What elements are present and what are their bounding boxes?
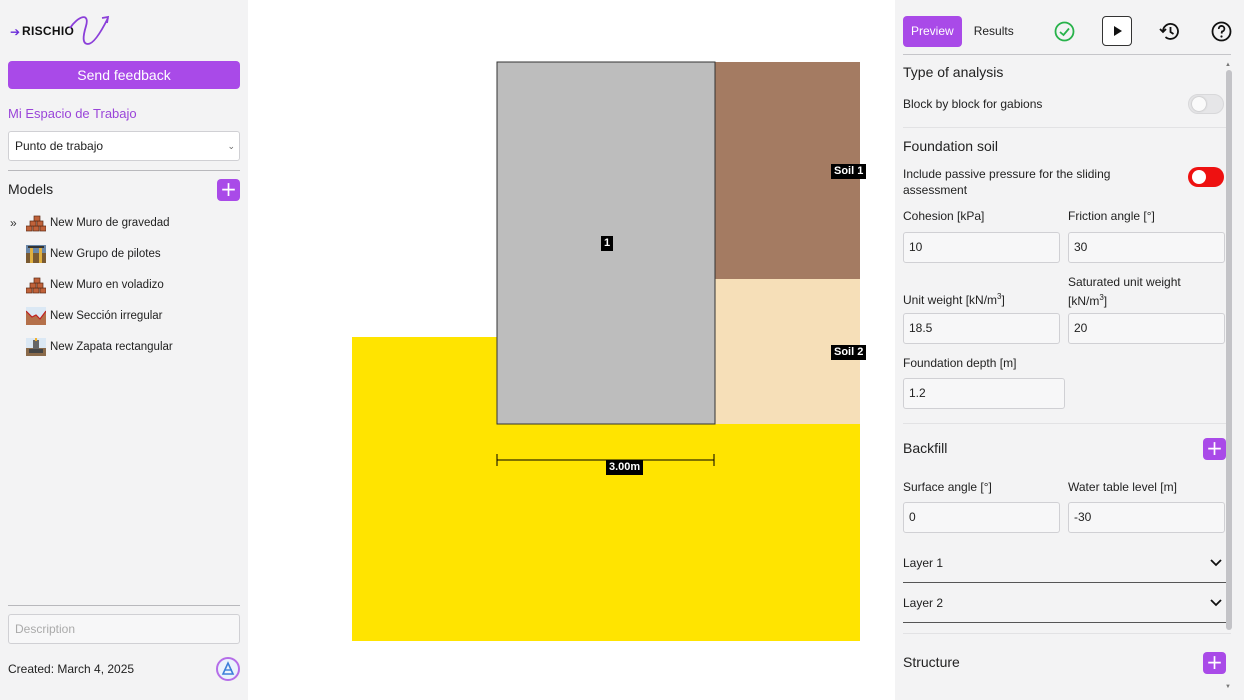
water-table-input[interactable]: -30 <box>1068 502 1225 533</box>
run-button[interactable] <box>1102 16 1132 46</box>
model-canvas[interactable]: 1 Soil 1 Soil 2 3.00m <box>248 0 894 700</box>
model-item-gravity-wall[interactable]: » New Muro de gravedad <box>8 207 240 238</box>
expand-icon[interactable]: » <box>8 216 26 230</box>
properties-panel: Preview Results Type of analysis Block b… <box>895 0 1244 700</box>
friction-angle-input[interactable]: 30 <box>1068 232 1225 263</box>
irregular-section-icon <box>26 306 46 325</box>
workspace-select[interactable]: Punto de trabajo ⌄ <box>8 131 240 161</box>
send-feedback-button[interactable]: Send feedback <box>8 61 240 89</box>
model-item-label: New Sección irregular <box>50 309 163 322</box>
unit-weight-label: Unit weight [kN/m3] <box>903 292 1005 307</box>
check-circle-icon[interactable] <box>1054 21 1075 42</box>
backfill-title: Backfill <box>903 440 948 456</box>
description-input[interactable]: Description <box>8 614 240 644</box>
sidebar: ➔ RISCHIO Send feedback Mi Espacio de Tr… <box>0 0 248 700</box>
avatar-logo-icon <box>221 661 235 675</box>
foundation-soil-title: Foundation soil <box>903 138 998 154</box>
wall-section-drawing[interactable] <box>248 0 894 700</box>
layer-2-accordion[interactable]: Layer 2 <box>903 583 1227 623</box>
soil-2-label: Soil 2 <box>831 345 867 360</box>
model-item-label: New Grupo de pilotes <box>50 247 161 260</box>
logo-arrow-icon: ➔ <box>10 25 21 39</box>
block-by-block-toggle[interactable] <box>1188 94 1224 114</box>
surface-angle-label: Surface angle [°] <box>903 480 992 494</box>
rischio-logo[interactable]: ➔ RISCHIO <box>10 14 110 50</box>
model-item-irregular-section[interactable]: New Sección irregular <box>8 300 240 331</box>
model-item-label: New Muro en voladizo <box>50 278 164 291</box>
model-item-cantilever-wall[interactable]: New Muro en voladizo <box>8 269 240 300</box>
layer-2-label: Layer 2 <box>903 596 944 610</box>
soil-1-label: Soil 1 <box>831 164 867 179</box>
saturated-unit-weight-input[interactable]: 20 <box>1068 313 1225 344</box>
scroll-up-icon[interactable]: ▲ <box>1225 62 1231 68</box>
cantilever-wall-icon <box>26 277 46 293</box>
chevron-down-icon <box>1210 559 1222 567</box>
block-by-block-label: Block by block for gabions <box>903 97 1043 111</box>
add-model-button[interactable]: + <box>217 179 240 201</box>
cohesion-input[interactable]: 10 <box>903 232 1060 263</box>
sidebar-bottom-divider <box>8 605 240 606</box>
logo-swoosh-icon <box>69 15 110 45</box>
type-of-analysis-title: Type of analysis <box>903 64 1004 80</box>
friction-angle-label: Friction angle [°] <box>1068 209 1155 223</box>
tab-preview[interactable]: Preview <box>903 16 962 47</box>
model-item-rectangular-footing[interactable]: New Zapata rectangular <box>8 331 240 362</box>
pile-group-icon <box>26 244 46 263</box>
rectangular-footing-icon <box>26 337 46 356</box>
model-item-pile-group[interactable]: New Grupo de pilotes <box>8 238 240 269</box>
workspace-link[interactable]: Mi Espacio de Trabajo <box>8 106 137 121</box>
scroll-down-icon[interactable]: ▼ <box>1225 684 1231 690</box>
panel-header-divider <box>903 54 1231 55</box>
surface-angle-input[interactable]: 0 <box>903 502 1060 533</box>
history-icon[interactable] <box>1159 21 1181 42</box>
foundation-depth-input[interactable]: 1.2 <box>903 378 1065 409</box>
tab-results[interactable]: Results <box>966 16 1022 47</box>
model-item-label: New Muro de gravedad <box>50 216 170 229</box>
unit-weight-input[interactable]: 18.5 <box>903 313 1060 344</box>
cohesion-label: Cohesion [kPa] <box>903 209 985 223</box>
help-icon[interactable] <box>1211 21 1232 42</box>
sidebar-divider <box>8 170 240 171</box>
logo-text: RISCHIO <box>22 24 75 38</box>
layer-1-label: Layer 1 <box>903 556 944 570</box>
block-label: 1 <box>601 236 614 251</box>
panel-tabs: Preview Results <box>903 16 1022 47</box>
avatar[interactable] <box>216 657 240 681</box>
model-item-label: New Zapata rectangular <box>50 340 173 353</box>
play-icon <box>1114 26 1122 36</box>
models-title: Models <box>8 181 54 197</box>
foundation-depth-label: Foundation depth [m] <box>903 356 1017 370</box>
add-backfill-layer-button[interactable]: + <box>1203 438 1226 460</box>
water-table-label: Water table level [m] <box>1068 480 1177 494</box>
model-list: » New Muro de gravedad New Grupo de pilo… <box>8 207 240 362</box>
passive-pressure-toggle[interactable] <box>1188 167 1224 187</box>
workspace-select-value: Punto de trabajo <box>15 139 104 153</box>
add-structure-button[interactable]: + <box>1203 652 1226 674</box>
chevron-down-icon <box>1210 599 1222 607</box>
dimension-label: 3.00m <box>606 460 644 475</box>
structure-title: Structure <box>903 654 960 670</box>
saturated-unit-weight-label: Saturated unit weight [kN/m3] <box>1068 275 1181 308</box>
created-date: Created: March 4, 2025 <box>8 662 135 676</box>
gravity-wall-icon <box>26 215 46 231</box>
layer-1-accordion[interactable]: Layer 1 <box>903 543 1227 583</box>
passive-pressure-label: Include passive pressure for the sliding… <box>903 167 1111 197</box>
panel-scrollbar[interactable] <box>1226 70 1232 630</box>
chevron-down-icon: ⌄ <box>227 141 235 151</box>
